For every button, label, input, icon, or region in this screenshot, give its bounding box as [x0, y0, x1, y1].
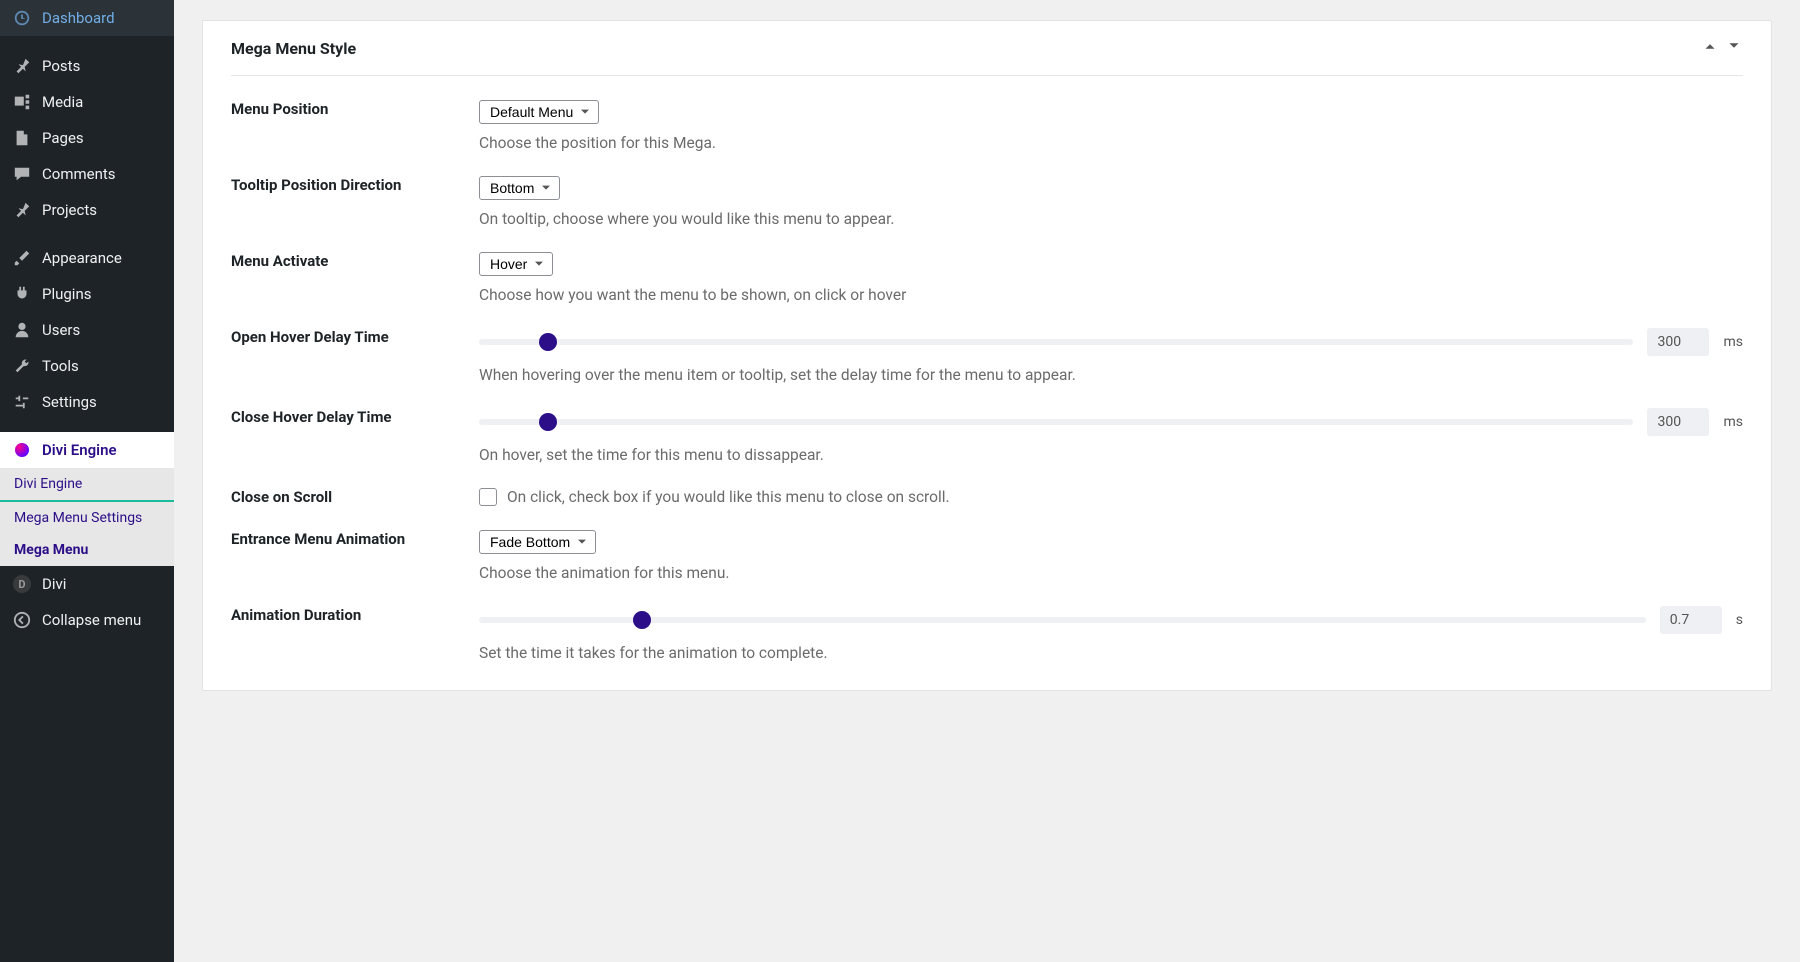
panel-title: Mega Menu Style — [231, 39, 356, 58]
pin-icon — [12, 56, 32, 76]
sidebar-item-label: Dashboard — [42, 9, 115, 27]
setting-menu-position: Menu Position Default Menu Choose the po… — [231, 76, 1743, 152]
sidebar-item-comments[interactable]: Comments — [0, 156, 174, 192]
setting-helper: Choose the position for this Mega. — [479, 134, 1743, 152]
close-on-scroll-checkbox[interactable] — [479, 488, 497, 506]
submenu-item-divi-engine[interactable]: Divi Engine — [0, 468, 174, 500]
close-delay-value[interactable]: 300 — [1647, 408, 1709, 436]
divi-engine-icon — [12, 440, 32, 460]
plug-icon — [12, 284, 32, 304]
setting-helper: Set the time it takes for the animation … — [479, 644, 1743, 662]
slider-thumb[interactable] — [633, 611, 651, 629]
sidebar-submenu: Divi Engine Mega Menu Settings Mega Menu — [0, 468, 174, 566]
mega-menu-style-panel: Mega Menu Style Menu Position Default Me… — [202, 20, 1772, 691]
sidebar-item-projects[interactable]: Projects — [0, 192, 174, 228]
setting-label: Tooltip Position Direction — [231, 176, 469, 228]
setting-entrance-animation: Entrance Menu Animation Fade Bottom Choo… — [231, 506, 1743, 582]
sidebar-item-divi-engine[interactable]: Divi Engine — [0, 432, 174, 468]
open-delay-value[interactable]: 300 — [1647, 328, 1709, 356]
setting-helper: Choose the animation for this menu. — [479, 564, 1743, 582]
setting-close-hover-delay: Close Hover Delay Time 300 ms On hover, … — [231, 384, 1743, 464]
sidebar-item-plugins[interactable]: Plugins — [0, 276, 174, 312]
setting-open-hover-delay: Open Hover Delay Time 300 ms When hoveri… — [231, 304, 1743, 384]
dashboard-icon — [12, 8, 32, 28]
brush-icon — [12, 248, 32, 268]
sidebar-item-dashboard[interactable]: Dashboard — [0, 0, 174, 36]
panel-toggle-arrows — [1701, 37, 1743, 59]
sidebar-item-label: Appearance — [42, 249, 122, 267]
panel-collapse-down-icon[interactable] — [1725, 37, 1743, 59]
panel-header: Mega Menu Style — [231, 21, 1743, 76]
unit-label: s — [1736, 612, 1743, 628]
slider-thumb[interactable] — [539, 413, 557, 431]
slider-thumb[interactable] — [539, 333, 557, 351]
sidebar-item-label: Settings — [42, 393, 97, 411]
sidebar-item-users[interactable]: Users — [0, 312, 174, 348]
setting-label: Animation Duration — [231, 606, 469, 662]
setting-label: Entrance Menu Animation — [231, 530, 469, 582]
sidebar-item-label: Comments — [42, 165, 116, 183]
setting-label: Menu Position — [231, 100, 469, 152]
sidebar-item-collapse[interactable]: Collapse menu — [0, 602, 174, 638]
pin-icon — [12, 200, 32, 220]
sidebar-item-tools[interactable]: Tools — [0, 348, 174, 384]
setting-label: Open Hover Delay Time — [231, 328, 469, 384]
unit-label: ms — [1723, 414, 1743, 430]
setting-label: Close on Scroll — [231, 488, 469, 506]
page-icon — [12, 128, 32, 148]
sidebar-item-label: Users — [42, 321, 80, 339]
user-icon — [12, 320, 32, 340]
wrench-icon — [12, 356, 32, 376]
setting-helper: Choose how you want the menu to be shown… — [479, 286, 1743, 304]
sidebar-item-posts[interactable]: Posts — [0, 48, 174, 84]
sliders-icon — [12, 392, 32, 412]
animation-duration-value[interactable]: 0.7 — [1660, 606, 1722, 634]
entrance-animation-select[interactable]: Fade Bottom — [479, 530, 596, 554]
sidebar-item-label: Divi — [42, 575, 66, 593]
setting-helper: When hovering over the menu item or tool… — [479, 366, 1743, 384]
unit-label: ms — [1723, 334, 1743, 350]
menu-position-select[interactable]: Default Menu — [479, 100, 599, 124]
sidebar-item-label: Collapse menu — [42, 611, 141, 629]
setting-animation-duration: Animation Duration 0.7 s Set the time it… — [231, 582, 1743, 662]
sidebar-item-label: Projects — [42, 201, 97, 219]
admin-sidebar: Dashboard Posts Media Pages Comments Pro… — [0, 0, 174, 962]
sidebar-item-label: Divi Engine — [42, 441, 117, 459]
collapse-icon — [12, 610, 32, 630]
close-delay-slider[interactable] — [479, 419, 1633, 425]
main-content: Mega Menu Style Menu Position Default Me… — [174, 0, 1800, 962]
sidebar-item-settings[interactable]: Settings — [0, 384, 174, 420]
sidebar-item-label: Posts — [42, 57, 80, 75]
submenu-item-mega-menu-settings[interactable]: Mega Menu Settings — [0, 502, 174, 534]
comment-icon — [12, 164, 32, 184]
setting-label: Close Hover Delay Time — [231, 408, 469, 464]
setting-helper: On tooltip, choose where you would like … — [479, 210, 1743, 228]
submenu-item-mega-menu[interactable]: Mega Menu — [0, 534, 174, 566]
animation-duration-slider[interactable] — [479, 617, 1646, 623]
sidebar-item-appearance[interactable]: Appearance — [0, 240, 174, 276]
setting-helper: On hover, set the time for this menu to … — [479, 446, 1743, 464]
menu-activate-select[interactable]: Hover — [479, 252, 553, 276]
sidebar-item-label: Tools — [42, 357, 79, 375]
sidebar-item-pages[interactable]: Pages — [0, 120, 174, 156]
setting-label: Menu Activate — [231, 252, 469, 304]
open-delay-slider[interactable] — [479, 339, 1633, 345]
sidebar-item-label: Media — [42, 93, 83, 111]
tooltip-position-select[interactable]: Bottom — [479, 176, 560, 200]
setting-tooltip-position: Tooltip Position Direction Bottom On too… — [231, 152, 1743, 228]
checkbox-label: On click, check box if you would like th… — [507, 488, 950, 506]
setting-menu-activate: Menu Activate Hover Choose how you want … — [231, 228, 1743, 304]
panel-collapse-up-icon[interactable] — [1701, 37, 1719, 59]
setting-close-on-scroll: Close on Scroll On click, check box if y… — [231, 464, 1743, 506]
sidebar-item-media[interactable]: Media — [0, 84, 174, 120]
sidebar-item-divi[interactable]: D Divi — [0, 566, 174, 602]
divi-icon: D — [12, 574, 32, 594]
sidebar-item-label: Pages — [42, 129, 84, 147]
sidebar-item-label: Plugins — [42, 285, 91, 303]
media-icon — [12, 92, 32, 112]
